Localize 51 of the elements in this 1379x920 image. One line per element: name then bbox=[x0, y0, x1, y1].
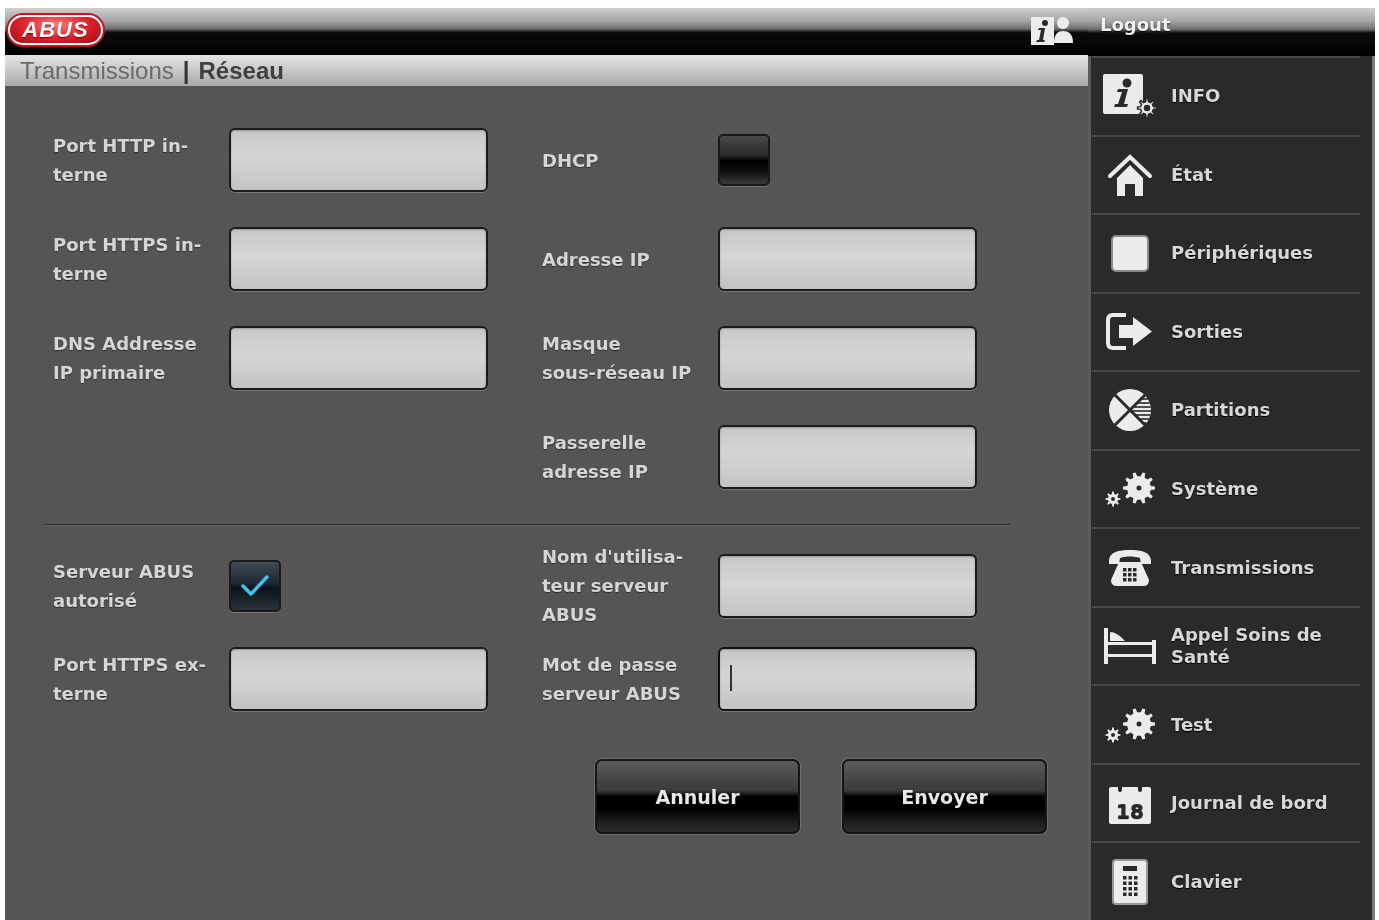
info-user-icon[interactable] bbox=[1031, 15, 1073, 45]
field-label: Serveur ABUS autorisé bbox=[53, 559, 195, 613]
text-field[interactable] bbox=[229, 128, 488, 192]
field-label: Adresse IP bbox=[542, 247, 650, 272]
field-label: Passerelle adresse IP bbox=[542, 431, 648, 484]
field-label: Nom d'utilisa- teur serveur ABUS bbox=[542, 545, 684, 627]
text-field[interactable] bbox=[718, 326, 977, 390]
field-label: Port HTTPS in- terne bbox=[53, 233, 202, 286]
field-label: Mot de passe serveur ABUS bbox=[542, 653, 681, 706]
nav-item[interactable]: Système bbox=[1092, 450, 1360, 530]
nav-item[interactable]: Transmissions bbox=[1092, 529, 1360, 608]
text-field[interactable] bbox=[229, 326, 488, 390]
action-button[interactable]: Envoyer bbox=[842, 759, 1047, 834]
nav-item[interactable]: Périphériques bbox=[1092, 215, 1360, 294]
info-settings-icon bbox=[1103, 74, 1157, 119]
nav-item[interactable]: État bbox=[1092, 136, 1360, 216]
field-label: Masque sous-réseau IP bbox=[542, 332, 692, 385]
exit-arrow-icon bbox=[1106, 313, 1154, 351]
field-label: Port HTTP in- terne bbox=[53, 134, 189, 187]
checkbox[interactable] bbox=[718, 134, 770, 186]
bed-icon bbox=[1104, 628, 1156, 665]
field-label: DHCP bbox=[542, 148, 599, 173]
checkmark-icon bbox=[240, 573, 270, 598]
breadcrumb-separator: | bbox=[182, 56, 190, 86]
text-caret-icon bbox=[730, 665, 732, 691]
nav-item[interactable]: Partitions bbox=[1092, 372, 1360, 451]
field-label: DNS Addresse IP primaire bbox=[53, 332, 197, 385]
action-button[interactable]: Annuler bbox=[595, 759, 800, 834]
text-field[interactable] bbox=[229, 647, 488, 711]
field-label: Port HTTPS ex- terne bbox=[53, 653, 207, 706]
nav-item[interactable]: Appel Soins de Santé bbox=[1092, 607, 1360, 687]
gears-icon bbox=[1105, 706, 1155, 743]
text-field[interactable] bbox=[229, 227, 488, 291]
brand-logo: ABUS bbox=[8, 15, 103, 45]
checkbox[interactable] bbox=[229, 559, 281, 612]
text-field[interactable] bbox=[718, 553, 977, 618]
nav-item[interactable]: 18 Journal de bord bbox=[1092, 764, 1360, 844]
gears-icon bbox=[1105, 471, 1155, 507]
password-field[interactable] bbox=[718, 647, 977, 711]
telephone-icon bbox=[1107, 547, 1153, 588]
breadcrumb-current: Réseau bbox=[198, 56, 284, 86]
segmented-circle-icon bbox=[1106, 387, 1154, 434]
square-icon bbox=[1111, 234, 1149, 272]
nav-item[interactable]: INFO bbox=[1092, 56, 1360, 137]
text-field[interactable] bbox=[718, 227, 977, 291]
nav-item[interactable]: Clavier bbox=[1092, 843, 1360, 920]
nav-item[interactable]: Test bbox=[1092, 686, 1360, 765]
text-field[interactable] bbox=[718, 425, 977, 489]
nav-item[interactable]: Sorties bbox=[1092, 293, 1360, 373]
keypad-icon bbox=[1112, 858, 1148, 905]
house-icon bbox=[1107, 153, 1153, 196]
